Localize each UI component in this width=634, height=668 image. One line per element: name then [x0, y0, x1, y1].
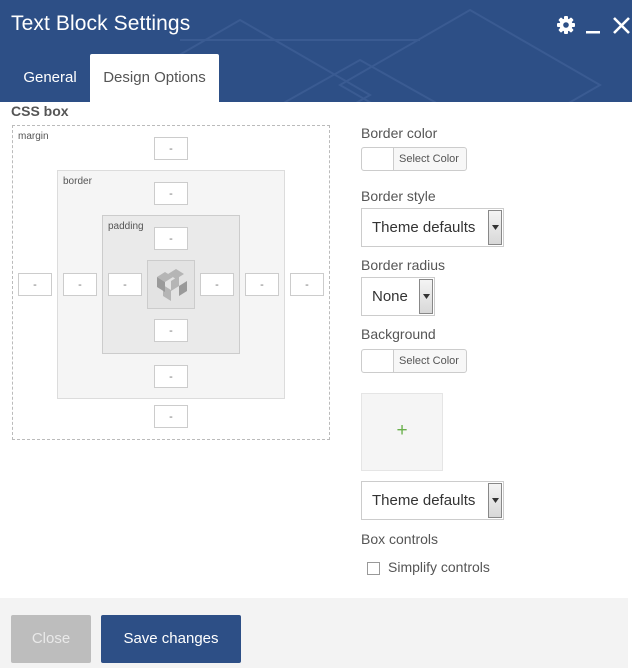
box-controls-label: Box controls	[361, 531, 439, 547]
close-button[interactable]: Close	[11, 615, 91, 663]
tab-design-options[interactable]: Design Options	[90, 54, 219, 102]
margin-right-input[interactable]	[290, 273, 324, 296]
chevron-down-icon	[488, 210, 502, 245]
margin-top-input[interactable]	[154, 137, 188, 160]
modal-footer: Close Save changes	[0, 598, 628, 668]
padding-left-input[interactable]	[108, 273, 142, 296]
border-color-button[interactable]: Select Color	[361, 147, 467, 171]
padding-bottom-input[interactable]	[154, 319, 188, 342]
padding-top-input[interactable]	[154, 227, 188, 250]
border-top-input[interactable]	[154, 182, 188, 205]
window-title: Text Block Settings	[11, 12, 191, 35]
chevron-down-icon	[488, 483, 502, 518]
add-background-image-button[interactable]: +	[361, 393, 443, 471]
border-radius-select[interactable]: None	[361, 277, 435, 316]
margin-left-input[interactable]	[18, 273, 52, 296]
chevron-down-icon	[419, 279, 433, 314]
border-left-input[interactable]	[63, 273, 97, 296]
tab-general[interactable]: General	[10, 54, 90, 102]
padding-right-input[interactable]	[200, 273, 234, 296]
minimize-icon[interactable]	[583, 14, 605, 36]
builder-logo-icon	[157, 269, 187, 301]
close-icon[interactable]	[611, 14, 632, 36]
background-style-value: Theme defaults	[372, 492, 476, 509]
margin-label: margin	[18, 131, 49, 142]
border-style-value: Theme defaults	[372, 219, 476, 236]
plus-icon: +	[396, 420, 408, 441]
border-style-select[interactable]: Theme defaults	[361, 208, 504, 247]
border-color-label: Border color	[361, 125, 438, 141]
simplify-controls-checkbox[interactable]	[367, 562, 380, 575]
border-color-button-label: Select Color	[399, 153, 459, 165]
save-changes-button[interactable]: Save changes	[101, 615, 241, 663]
padding-label: padding	[108, 221, 144, 232]
content-box	[147, 260, 195, 309]
background-style-select[interactable]: Theme defaults	[361, 481, 504, 520]
border-style-label: Border style	[361, 188, 436, 204]
border-color-swatch	[362, 148, 394, 170]
border-right-input[interactable]	[245, 273, 279, 296]
gear-icon[interactable]	[555, 14, 577, 36]
border-bottom-input[interactable]	[154, 365, 188, 388]
margin-bottom-input[interactable]	[154, 405, 188, 428]
border-label: border	[63, 176, 92, 187]
border-radius-value: None	[372, 288, 408, 305]
border-radius-label: Border radius	[361, 257, 446, 273]
background-color-button[interactable]: Select Color	[361, 349, 467, 373]
modal-header: Text Block Settings General Design Optio…	[0, 0, 632, 102]
background-label: Background	[361, 326, 436, 342]
simplify-controls-label[interactable]: Simplify controls	[388, 559, 490, 575]
background-color-swatch	[362, 350, 394, 372]
background-color-button-label: Select Color	[399, 355, 459, 367]
css-box-label: CSS box	[11, 103, 69, 119]
